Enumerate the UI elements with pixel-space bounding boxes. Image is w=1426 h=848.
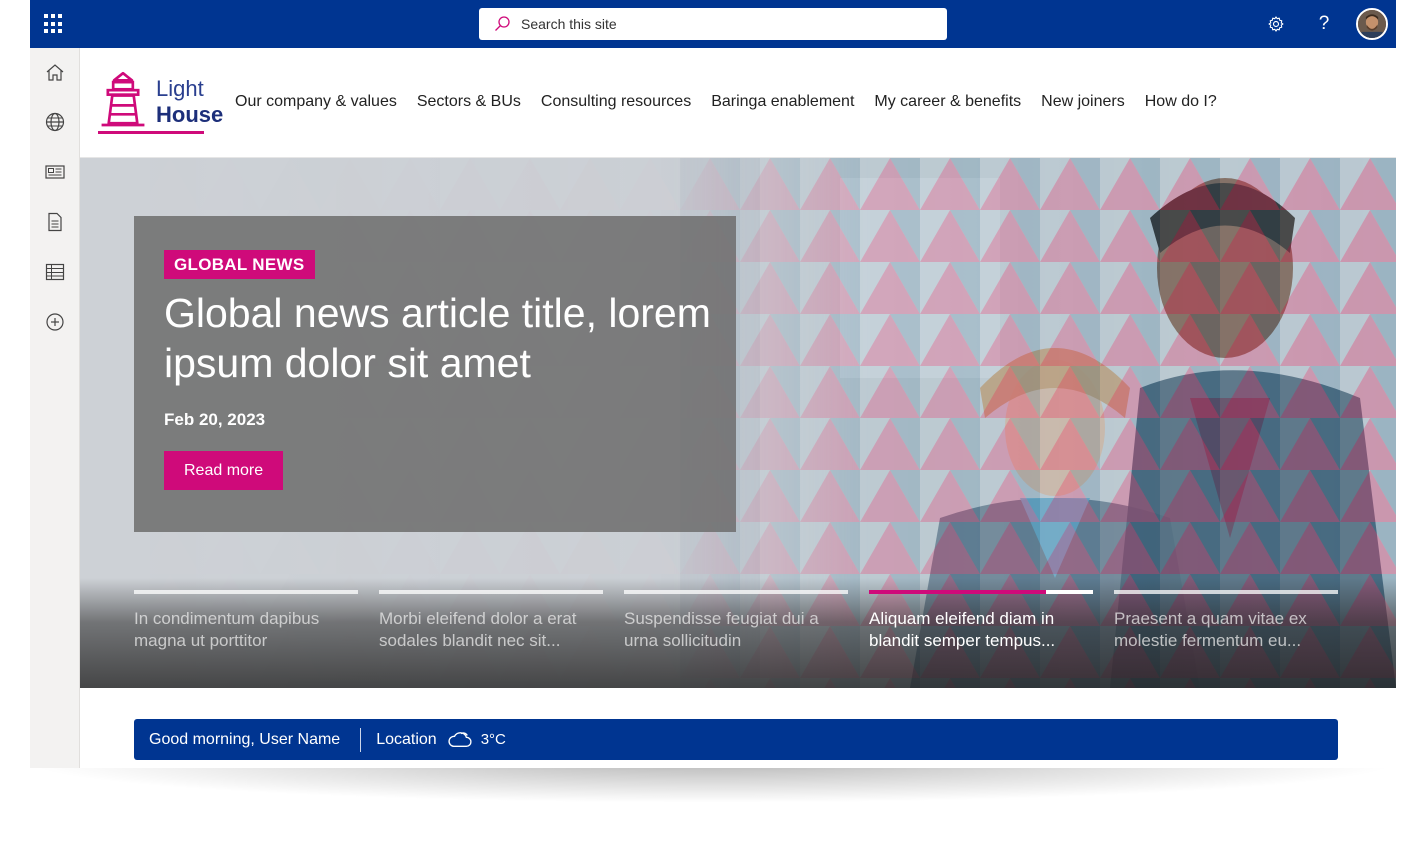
site-navigation: Our company & values Sectors & BUs Consu… <box>235 93 1217 111</box>
suite-bar: ? <box>30 0 1396 48</box>
article-title[interactable]: Global news article title, lorem ipsum d… <box>164 288 724 388</box>
lighthouse-icon <box>101 71 145 127</box>
slide-title: Morbi eleifend dolor a erat sodales blan… <box>379 609 577 650</box>
document-icon[interactable] <box>43 210 67 234</box>
news-icon[interactable] <box>43 160 67 184</box>
nav-item-career-benefits[interactable]: My career & benefits <box>874 93 1021 111</box>
temperature-value: 3°C <box>480 731 506 748</box>
greeting-text: Good morning, User Name <box>149 730 341 748</box>
greeting-divider <box>360 727 362 752</box>
window-shadow <box>40 762 1386 802</box>
search-input[interactable] <box>521 16 921 32</box>
slide-progress-bar <box>624 590 848 594</box>
slide-progress-bar <box>134 590 358 594</box>
carousel-slide-2[interactable]: Morbi eleifend dolor a erat sodales blan… <box>379 590 603 652</box>
slide-progress-bar <box>379 590 603 594</box>
slide-title: Suspendisse feugiat dui a urna sollicitu… <box>624 609 819 650</box>
carousel-slide-3[interactable]: Suspendisse feugiat dui a urna sollicitu… <box>624 590 848 652</box>
avatar[interactable] <box>1356 8 1388 40</box>
location-label[interactable]: Location <box>376 731 437 749</box>
nav-item-consulting-resources[interactable]: Consulting resources <box>541 93 691 111</box>
read-more-button[interactable]: Read more <box>164 451 284 490</box>
nav-item-new-joiners[interactable]: New joiners <box>1041 93 1125 111</box>
slide-title: Aliquam eleifend diam in blandit semper … <box>869 609 1056 650</box>
site-header: Light House Our company & values Sectors… <box>80 48 1396 158</box>
hero-carousel: GLOBAL NEWS Global news article title, l… <box>80 158 1396 688</box>
app-launcher-icon[interactable] <box>44 14 64 34</box>
category-tag[interactable]: GLOBAL NEWS <box>164 250 315 279</box>
carousel-slide-5[interactable]: Praesent a quam vitae ex molestie fermen… <box>1114 590 1338 652</box>
app-bar <box>30 48 80 768</box>
nav-item-how-do-i[interactable]: How do I? <box>1145 93 1217 111</box>
slide-progress-bar <box>1114 590 1338 594</box>
globe-icon[interactable] <box>43 110 67 134</box>
nav-item-sectors[interactable]: Sectors & BUs <box>417 93 521 111</box>
article-date: Feb 20, 2023 <box>164 410 266 429</box>
list-icon[interactable] <box>43 260 67 284</box>
search-box[interactable] <box>479 8 947 40</box>
help-label: ? <box>1318 13 1330 34</box>
carousel-slide-4[interactable]: Aliquam eleifend diam in blandit semper … <box>869 590 1093 652</box>
hero-article-card: GLOBAL NEWS Global news article title, l… <box>134 216 736 532</box>
slide-progress-bar <box>869 590 1093 594</box>
slide-title: In condimentum dapibus magna ut porttito… <box>134 609 320 650</box>
logo-text-light: Light <box>156 76 204 101</box>
logo-underline <box>98 131 204 134</box>
carousel-slide-1[interactable]: In condimentum dapibus magna ut porttito… <box>134 590 358 652</box>
carousel-slide-list: In condimentum dapibus magna ut porttito… <box>134 590 1338 652</box>
gear-icon[interactable] <box>1264 12 1288 36</box>
search-icon <box>495 16 510 31</box>
home-icon[interactable] <box>43 61 67 85</box>
logo-text-house: House <box>156 102 224 127</box>
nav-item-baringa-enablement[interactable]: Baringa enablement <box>711 93 854 111</box>
add-icon[interactable] <box>43 310 67 334</box>
browser-window: ? <box>30 0 1396 768</box>
greeting-bar: Good morning, User Name Location 3°C <box>134 719 1338 760</box>
help-icon[interactable]: ? <box>1312 12 1336 36</box>
nav-item-company-values[interactable]: Our company & values <box>235 93 397 111</box>
cloud-icon <box>448 731 472 747</box>
site-logo[interactable]: Light House <box>98 70 223 136</box>
slide-title: Praesent a quam vitae ex molestie fermen… <box>1114 609 1307 650</box>
